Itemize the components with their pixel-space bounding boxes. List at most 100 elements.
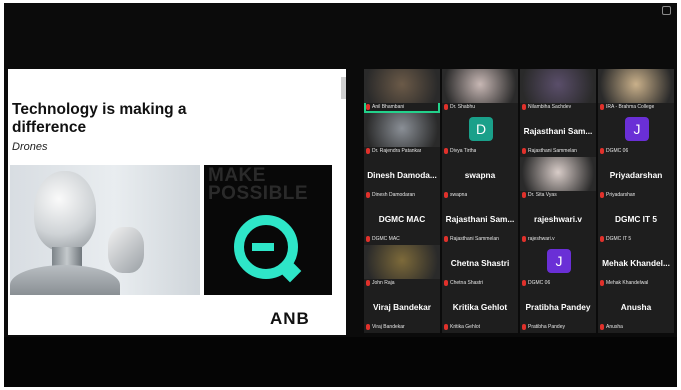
participant-name: Chetna Shastri (450, 258, 510, 268)
participant-caption-text: Viraj Bandekar (372, 324, 405, 330)
participant-caption-text: swapna (450, 192, 468, 198)
participant-tile[interactable]: Viraj Bandekar Viraj Bandekar (364, 289, 440, 333)
mic-muted-icon (600, 192, 604, 198)
meeting-window: Technology is making a difference Drones… (4, 3, 677, 387)
mic-muted-icon (444, 236, 448, 242)
mic-muted-icon (366, 192, 370, 198)
participant-name: DGMC MAC (378, 214, 426, 224)
participant-tile[interactable]: DGMC IT 5 DGMC IT 5 (598, 201, 674, 245)
participant-caption-text: Rajasthani Sammelan (450, 236, 499, 242)
make-possible-text: MAKE POSSIBLE (208, 165, 309, 204)
participant-caption-text: DGMC IT 5 (606, 236, 632, 242)
participant-name: Pratibha Pandey (525, 302, 591, 312)
participant-video (442, 69, 518, 103)
participant-caption: Pratibha Pandey (522, 323, 594, 331)
mic-muted-icon (444, 148, 448, 154)
participant-caption-text: rajeshwari.v (528, 236, 555, 242)
participant-tile[interactable]: Pratibha Pandey Pratibha Pandey (520, 289, 596, 333)
participant-caption-text: John Raja (372, 280, 395, 286)
bottom-bar (4, 337, 677, 387)
participant-tile[interactable]: Dinesh Damoda... Dinesh Damodaran (364, 157, 440, 201)
slide-subtitle: Drones (12, 141, 48, 153)
participant-video (364, 245, 440, 279)
mic-muted-icon (522, 192, 526, 198)
participant-caption-text: Anusha (606, 324, 623, 330)
participant-caption: rajeshwari.v (522, 235, 594, 243)
robot-hand (108, 227, 144, 273)
participant-caption-text: Chetna Shastri (450, 280, 484, 286)
participant-name: Anusha (620, 302, 652, 312)
participant-caption: Nilambiha Sachdev (522, 103, 594, 111)
participant-tile[interactable]: D Divya Tirtha (442, 113, 518, 157)
participant-tile[interactable]: Rajasthani Sam... Rajasthani Sammelan (442, 201, 518, 245)
mic-muted-icon (522, 104, 526, 110)
participant-video (364, 113, 440, 147)
participant-caption: Dinesh Damodaran (366, 191, 438, 199)
mic-muted-icon (366, 236, 370, 242)
participant-tile[interactable]: DGMC MAC DGMC MAC (364, 201, 440, 245)
participant-avatar: J (547, 249, 571, 273)
mic-muted-icon (522, 280, 526, 286)
mic-muted-icon (522, 236, 526, 242)
participant-tile[interactable]: Priyadarshan Priyadarshan (598, 157, 674, 201)
participant-tile[interactable]: Mehak Khandel... Mehak Khandelwal (598, 245, 674, 289)
participant-caption-text: Dr. Rajendra Patankar (372, 148, 422, 154)
robot-head (34, 171, 96, 251)
slide-title: Technology is making a difference (12, 101, 187, 136)
participant-tile[interactable]: Nilambiha Sachdev (520, 69, 596, 113)
participant-tile[interactable]: Rajasthani Sam... Rajasthani Sammelan (520, 113, 596, 157)
participant-name: Kritika Gehlot (452, 302, 508, 312)
participant-tile[interactable]: Anil Bhambani (364, 69, 440, 113)
participant-caption-text: DGMC MAC (372, 236, 400, 242)
q-logo-icon (234, 215, 302, 283)
slide-scroll-handle[interactable] (341, 77, 346, 99)
participant-name: swapna (464, 170, 496, 180)
mic-muted-icon (444, 280, 448, 286)
participant-caption-text: DGMC 06 (528, 280, 551, 286)
participant-tile[interactable]: Dr. Rajendra Patankar (364, 113, 440, 157)
participant-name: rajeshwari.v (534, 214, 582, 224)
participant-caption-text: Dinesh Damodaran (372, 192, 416, 198)
mic-muted-icon (366, 280, 370, 286)
participant-name: Mehak Khandel... (602, 258, 670, 268)
participant-caption: Rajasthani Sammelan (444, 235, 516, 243)
participant-gallery: Anil Bhambani Dr. Shabhu Nilambiha Sachdev… (364, 69, 674, 333)
participant-caption-text: Kritika Gehlot (450, 324, 481, 330)
participant-tile[interactable]: Dr. Sita Vyas (520, 157, 596, 201)
participant-tile[interactable]: Anusha Anusha (598, 289, 674, 333)
participant-caption: IRA - Brahma College (600, 103, 672, 111)
participant-name: Priyadarshan (609, 170, 663, 180)
participant-tile[interactable]: Kritika Gehlot Kritika Gehlot (442, 289, 518, 333)
participant-tile[interactable]: Dr. Shabhu (442, 69, 518, 113)
mic-muted-icon (522, 148, 526, 154)
participant-caption: Divya Tirtha (444, 147, 516, 155)
mic-muted-icon (600, 236, 604, 242)
participant-tile[interactable]: swapna swapna (442, 157, 518, 201)
participant-caption-text: Dr. Shabhu (450, 104, 476, 110)
participant-tile[interactable]: IRA - Brahma College (598, 69, 674, 113)
participant-tile[interactable]: J DGMC 06 (598, 113, 674, 157)
participant-caption: Dr. Rajendra Patankar (366, 147, 438, 155)
mic-muted-icon (366, 148, 370, 154)
participant-caption: Anil Bhambani (366, 103, 438, 111)
participant-video (520, 157, 596, 191)
participant-caption: Mehak Khandelwal (600, 279, 672, 287)
view-options-icon[interactable] (662, 6, 671, 15)
participant-caption: DGMC IT 5 (600, 235, 672, 243)
participant-avatar: J (625, 117, 649, 141)
participant-tile[interactable]: John Raja (364, 245, 440, 289)
make-possible-panel: MAKE POSSIBLE (204, 165, 332, 295)
mic-muted-icon (522, 324, 526, 330)
participant-tile[interactable]: J DGMC 06 (520, 245, 596, 289)
mic-muted-icon (366, 324, 370, 330)
participant-caption-text: DGMC 06 (606, 148, 629, 154)
participant-caption: Chetna Shastri (444, 279, 516, 287)
participant-caption: DGMC MAC (366, 235, 438, 243)
participant-tile[interactable]: Chetna Shastri Chetna Shastri (442, 245, 518, 289)
participant-caption: Viraj Bandekar (366, 323, 438, 331)
participant-caption-text: Divya Tirtha (450, 148, 477, 154)
participant-tile[interactable]: rajeshwari.v rajeshwari.v (520, 201, 596, 245)
mic-muted-icon (444, 324, 448, 330)
mic-muted-icon (600, 324, 604, 330)
participant-caption-text: Mehak Khandelwal (606, 280, 649, 286)
